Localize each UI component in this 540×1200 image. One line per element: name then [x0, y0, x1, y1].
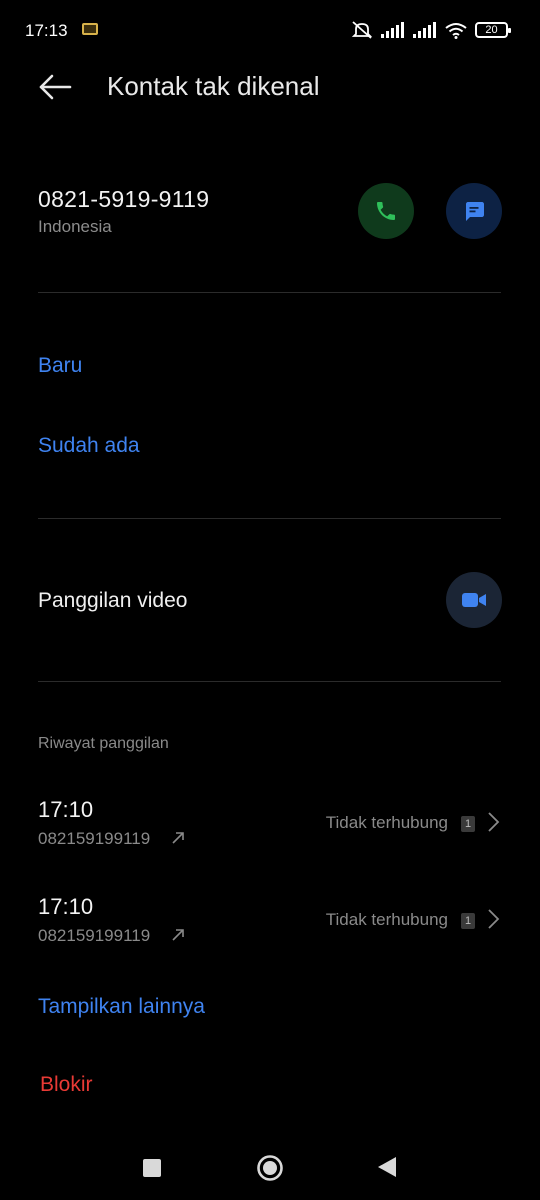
- system-back-button[interactable]: [372, 1152, 402, 1182]
- battery-indicator: 20: [475, 22, 511, 38]
- block-button[interactable]: Blokir: [40, 1073, 93, 1097]
- divider: [38, 681, 501, 682]
- recents-button[interactable]: [138, 1154, 166, 1182]
- add-to-existing-link[interactable]: Sudah ada: [38, 434, 140, 458]
- video-call-label: Panggilan video: [38, 589, 188, 612]
- call-history-row[interactable]: 17:10 082159199119 Tidak terhubung 1: [0, 797, 540, 857]
- divider: [38, 292, 501, 293]
- home-circle-icon: [257, 1155, 283, 1181]
- call-time: 17:10: [38, 797, 94, 822]
- app-header: Kontak tak dikenal: [0, 60, 540, 116]
- status-time: 17:13: [25, 21, 68, 40]
- call-button[interactable]: [358, 183, 414, 239]
- call-history-heading: Riwayat panggilan: [38, 735, 169, 752]
- call-history-row[interactable]: 17:10 082159199119 Tidak terhubung 1: [0, 894, 540, 954]
- phone-number: 0821-5919-9119: [38, 186, 210, 212]
- square-icon: [143, 1159, 161, 1177]
- show-more-link[interactable]: Tampilkan lainnya: [38, 995, 205, 1019]
- video-call-button[interactable]: [446, 572, 502, 628]
- call-status: Tidak terhubung: [325, 910, 448, 929]
- call-time: 17:10: [38, 894, 94, 919]
- status-icons: 20: [351, 20, 511, 40]
- notification-icon: [82, 23, 98, 35]
- call-count-badge: 1: [461, 816, 475, 832]
- call-number: 082159199119: [38, 926, 151, 945]
- call-status: Tidak terhubung: [325, 813, 448, 832]
- message-icon: [466, 202, 484, 221]
- page-title: Kontak tak dikenal: [107, 71, 320, 101]
- status-bar: 17:13 20: [0, 0, 540, 60]
- add-new-contact-link[interactable]: Baru: [38, 354, 82, 378]
- mute-icon: [351, 21, 373, 39]
- wifi-icon: [445, 22, 467, 39]
- outgoing-arrow-icon: [172, 929, 184, 941]
- back-button[interactable]: [38, 72, 72, 102]
- chevron-right-icon: [488, 812, 500, 832]
- triangle-back-icon: [378, 1157, 396, 1177]
- back-arrow-icon: [39, 74, 72, 100]
- divider: [38, 518, 501, 519]
- call-count-badge: 1: [461, 913, 475, 929]
- call-number: 082159199119: [38, 829, 151, 848]
- phone-icon: [377, 202, 395, 220]
- phone-region: Indonesia: [38, 217, 112, 236]
- outgoing-arrow-icon: [172, 832, 184, 844]
- contact-summary: 0821-5919-9119 Indonesia: [0, 180, 540, 240]
- signal-icon-1: [381, 22, 404, 38]
- chevron-right-icon: [488, 909, 500, 929]
- message-button[interactable]: [446, 183, 502, 239]
- home-button[interactable]: [250, 1148, 290, 1188]
- navigation-bar: [0, 1136, 540, 1200]
- video-camera-icon: [462, 593, 486, 607]
- signal-icon-2: [413, 22, 436, 38]
